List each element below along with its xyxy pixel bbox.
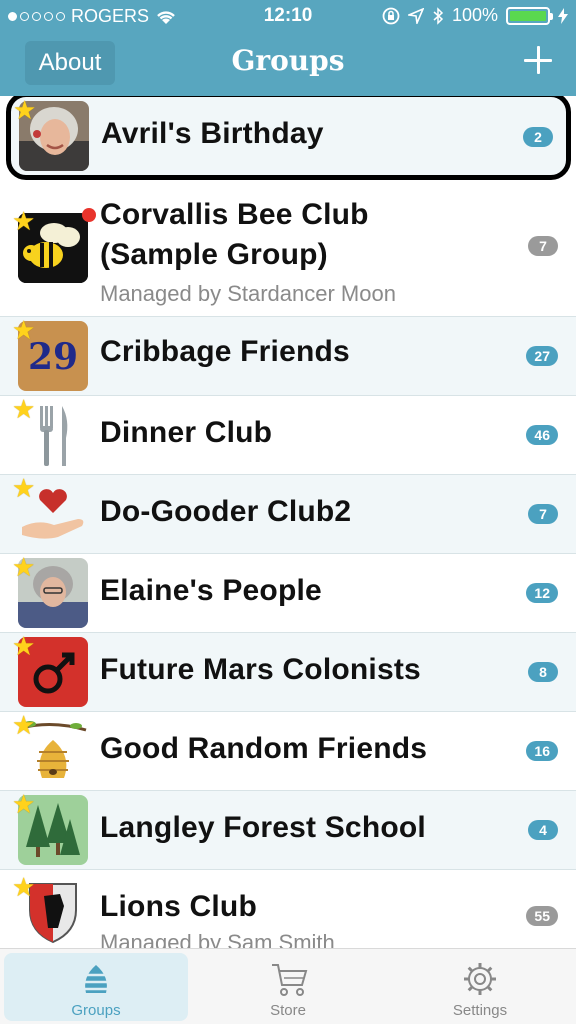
member-count-badge: 7 bbox=[528, 504, 558, 524]
cart-icon bbox=[272, 964, 308, 996]
favorite-star-icon[interactable]: ★ bbox=[12, 208, 38, 234]
member-count-badge: 55 bbox=[526, 906, 558, 926]
group-manager: Managed by Stardancer Moon bbox=[100, 281, 396, 306]
status-bar: ROGERS 12:10 100% bbox=[0, 0, 576, 32]
tab-label: Store bbox=[270, 1002, 306, 1019]
battery-icon bbox=[506, 6, 553, 25]
group-name: Avril's Birthday bbox=[101, 117, 324, 150]
group-row[interactable]: ★ Langley Forest School 4 bbox=[0, 791, 576, 870]
header: ROGERS 12:10 100% About Groups bbox=[0, 0, 576, 96]
group-name: Corvallis Bee Club bbox=[100, 198, 369, 231]
group-row[interactable]: ★ Corvallis Bee Club (Sample Group) Mana… bbox=[0, 180, 576, 317]
member-count-badge: 4 bbox=[528, 820, 558, 840]
tab-bar: Groups Store Settings bbox=[0, 948, 576, 1024]
group-name: Do-Gooder Club2 bbox=[100, 495, 352, 528]
beehive-tab-icon bbox=[83, 965, 109, 993]
battery-percent: 100% bbox=[451, 5, 498, 25]
group-name: Dinner Club bbox=[100, 416, 273, 449]
charging-icon bbox=[558, 7, 568, 24]
favorite-star-icon[interactable]: ★ bbox=[12, 317, 38, 343]
group-name: Langley Forest School bbox=[100, 811, 426, 844]
group-name: Cribbage Friends bbox=[100, 335, 350, 368]
member-count-badge: 7 bbox=[528, 236, 558, 256]
favorite-star-icon[interactable]: ★ bbox=[12, 475, 38, 501]
favorite-star-icon[interactable]: ★ bbox=[12, 396, 38, 422]
group-row[interactable]: ★ Avril's Birthday 2 bbox=[6, 96, 571, 180]
bluetooth-icon bbox=[433, 6, 444, 25]
group-row[interactable]: ★ Dinner Club 46 bbox=[0, 396, 576, 475]
group-list: ★ Avril's Birthday 2 ★ Corvallis Bee Clu… bbox=[0, 96, 576, 948]
group-name: Elaine's People bbox=[100, 574, 322, 607]
group-row[interactable]: 29 ★ Cribbage Friends 27 bbox=[0, 317, 576, 396]
tab-groups[interactable]: Groups bbox=[4, 953, 188, 1021]
tab-store[interactable]: Store bbox=[196, 953, 380, 1021]
add-group-button[interactable] bbox=[522, 44, 554, 76]
group-row[interactable]: ★ Good Random Friends 16 bbox=[0, 712, 576, 791]
group-name-line2: (Sample Group) bbox=[100, 238, 328, 271]
group-name: Future Mars Colonists bbox=[100, 653, 421, 686]
member-count-badge: 2 bbox=[523, 127, 553, 147]
favorite-star-icon[interactable]: ★ bbox=[12, 791, 38, 817]
group-name: Good Random Friends bbox=[100, 732, 428, 765]
favorite-star-icon[interactable]: ★ bbox=[12, 633, 38, 659]
favorite-star-icon[interactable]: ★ bbox=[12, 554, 38, 580]
page-title: Groups bbox=[231, 44, 345, 77]
member-count-badge: 16 bbox=[526, 741, 558, 761]
member-count-badge: 46 bbox=[526, 425, 558, 445]
unread-dot bbox=[82, 208, 96, 222]
group-name: Lions Club bbox=[100, 890, 257, 923]
member-count-badge: 12 bbox=[526, 583, 558, 603]
tab-label: Settings bbox=[452, 1002, 508, 1019]
group-row[interactable]: ★ Future Mars Colonists 8 bbox=[0, 633, 576, 712]
member-count-badge: 8 bbox=[528, 662, 558, 682]
favorite-star-icon[interactable]: ★ bbox=[12, 874, 38, 900]
gear-icon bbox=[464, 963, 496, 995]
orientation-lock-icon bbox=[382, 7, 400, 24]
tab-settings[interactable]: Settings bbox=[388, 953, 572, 1021]
group-row[interactable]: ★ Do-Gooder Club2 7 bbox=[0, 475, 576, 554]
tab-label: Groups bbox=[71, 1002, 121, 1019]
group-row[interactable]: ★ Elaine's People 12 bbox=[0, 554, 576, 633]
location-icon bbox=[407, 7, 424, 24]
favorite-star-icon[interactable]: ★ bbox=[13, 97, 39, 123]
favorite-star-icon[interactable]: ★ bbox=[12, 712, 38, 738]
member-count-badge: 27 bbox=[526, 346, 558, 366]
group-manager: Managed by Sam Smith bbox=[100, 930, 335, 948]
group-row[interactable]: ★ Lions Club Managed by Sam Smith 55 bbox=[0, 870, 576, 948]
